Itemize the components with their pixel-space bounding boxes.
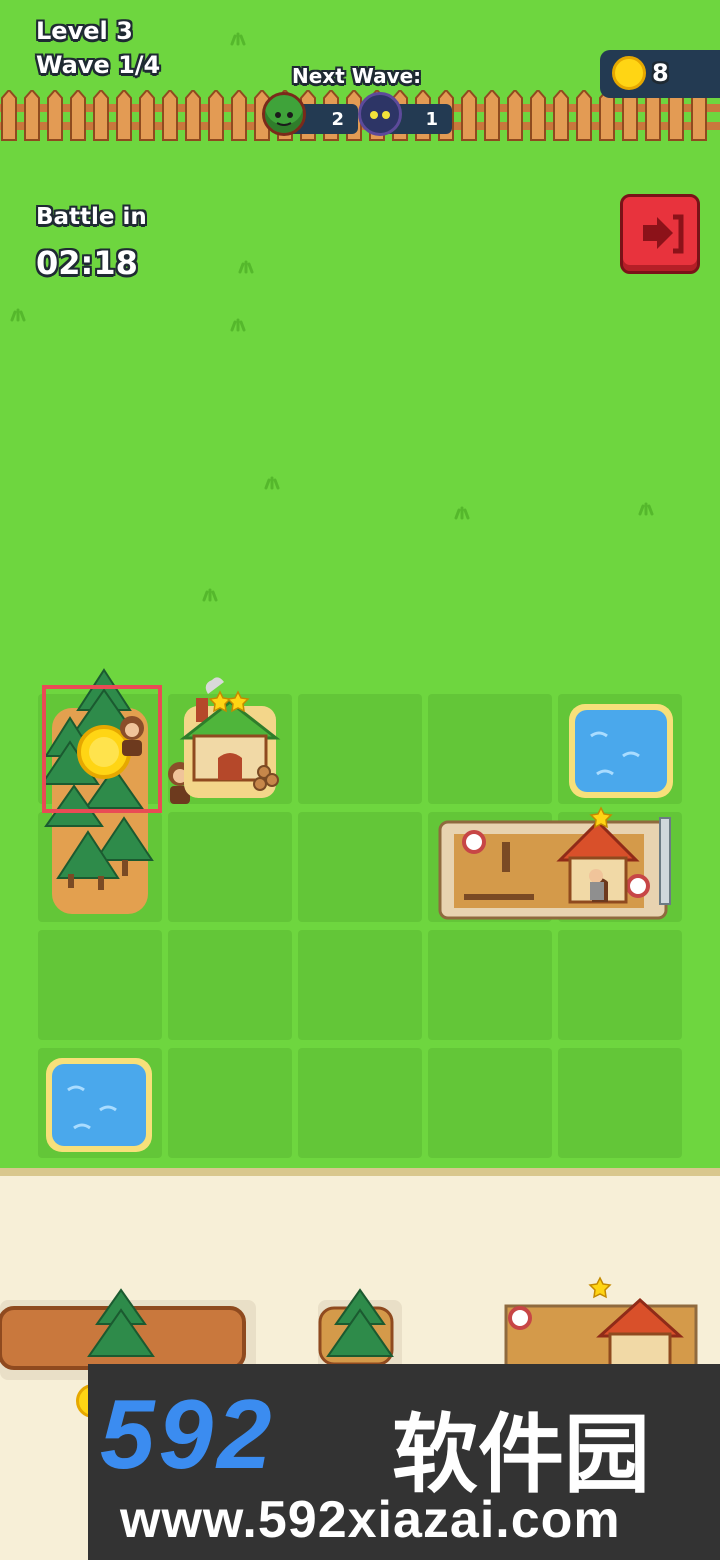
coin-count: 8	[652, 59, 669, 87]
grid-tile[interactable]	[168, 930, 292, 1040]
battle-label: Battle in	[36, 204, 147, 230]
tutorial-highlight	[42, 685, 162, 813]
archery-range[interactable]	[500, 1276, 700, 1376]
grid-tile[interactable]	[428, 1048, 552, 1158]
lumber-house[interactable]	[178, 676, 282, 800]
archery-range[interactable]	[438, 806, 682, 924]
wave-label: Wave 1/4	[36, 51, 161, 79]
grid-tile[interactable]	[168, 812, 292, 922]
goblin-count: 2	[331, 108, 344, 130]
grid-tile[interactable]	[298, 930, 422, 1040]
coin-icon	[612, 56, 646, 90]
grid-tile[interactable]	[428, 694, 552, 804]
grid-tile[interactable]	[168, 1048, 292, 1158]
next-wave-label: Next Wave:	[292, 64, 422, 88]
grid-tile[interactable]	[298, 1048, 422, 1158]
watermark-url: www.592xiazai.com	[120, 1491, 621, 1549]
dark-imp-icon	[358, 92, 402, 136]
pine-tree[interactable]	[76, 1286, 166, 1376]
exit-button[interactable]	[620, 194, 700, 274]
watermark-logo: 592	[100, 1379, 276, 1489]
grid-tile[interactable]	[298, 694, 422, 804]
pond[interactable]	[44, 1056, 154, 1154]
pine-tree[interactable]	[312, 1286, 408, 1376]
dark-imp-count: 1	[425, 108, 438, 130]
exit-arrow-icon	[643, 214, 684, 254]
goblin-icon	[262, 92, 306, 136]
grid-tile[interactable]	[428, 930, 552, 1040]
grid-tile[interactable]	[298, 812, 422, 922]
grid-tile[interactable]	[558, 1048, 682, 1158]
battle-timer: 02:18	[36, 244, 138, 282]
grid-tile[interactable]	[558, 930, 682, 1040]
grid-tile[interactable]	[38, 930, 162, 1040]
level-label: Level 3	[36, 17, 133, 45]
pond[interactable]	[567, 702, 675, 800]
